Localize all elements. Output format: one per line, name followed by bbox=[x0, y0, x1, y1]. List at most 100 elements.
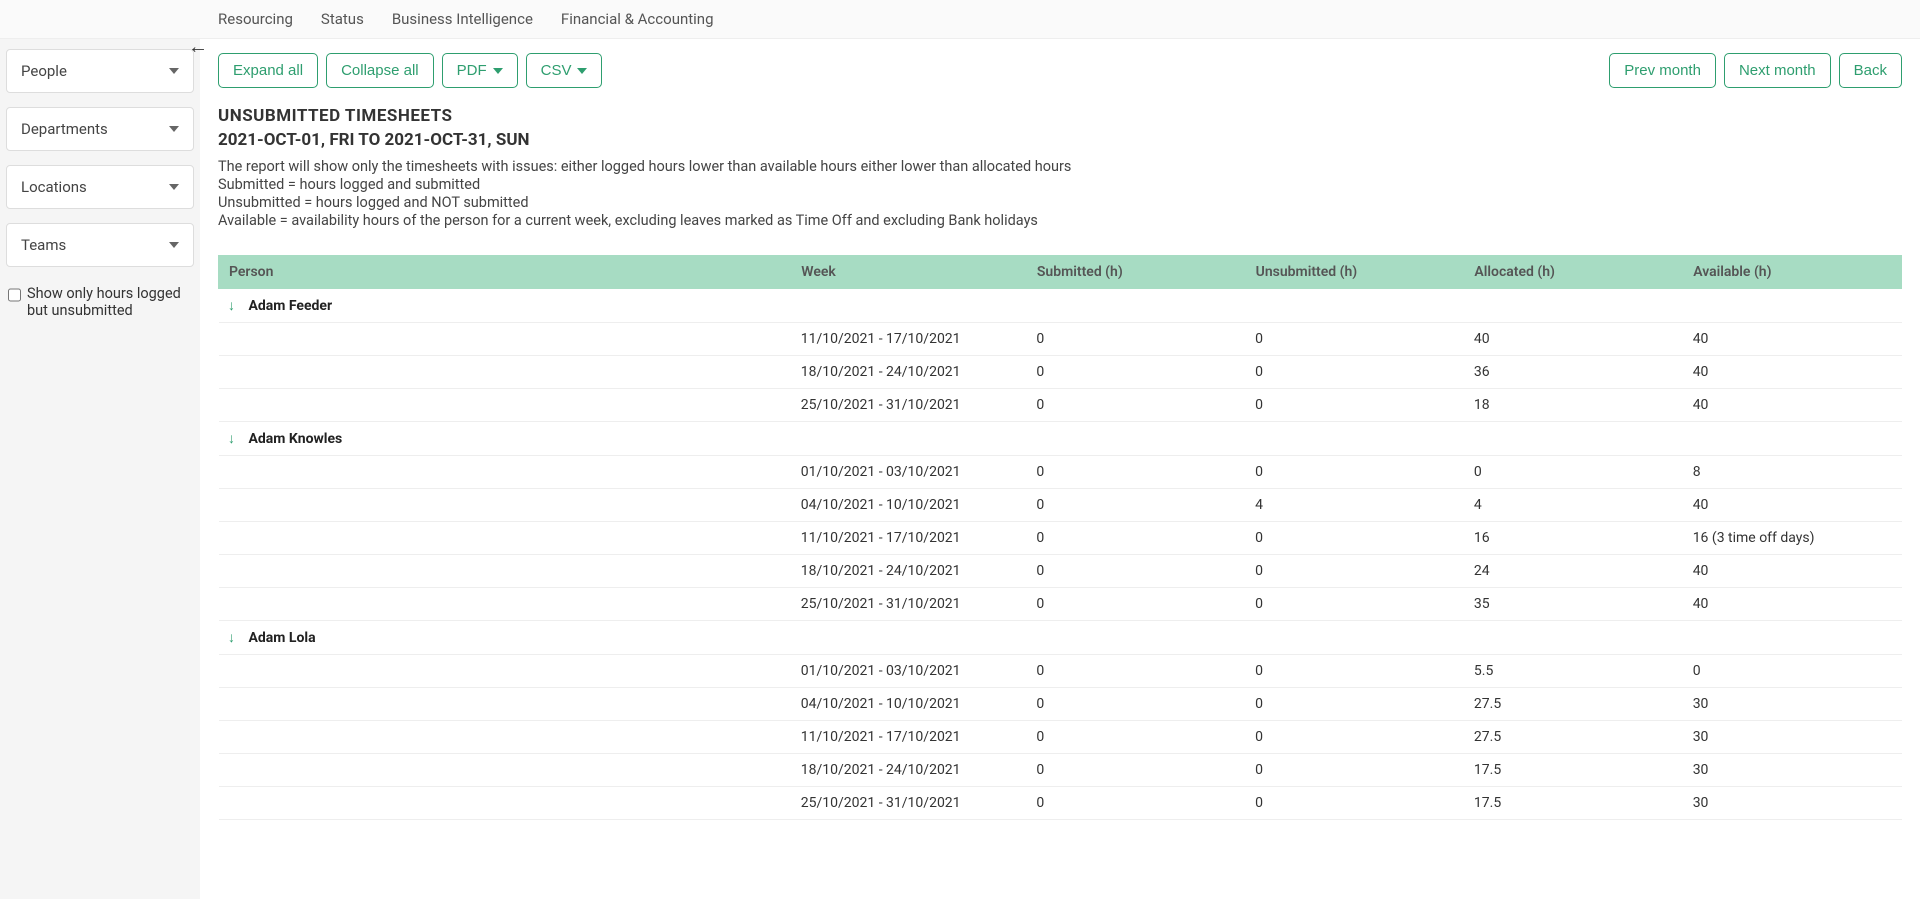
filter-dropdown[interactable]: Locations bbox=[6, 165, 194, 209]
table-cell: 0 bbox=[1026, 455, 1245, 488]
table-cell: 0 bbox=[1245, 388, 1464, 421]
table-row: 25/10/2021 - 31/10/2021001840 bbox=[219, 388, 1902, 421]
table-cell bbox=[219, 355, 791, 388]
top-tab[interactable]: Resourcing bbox=[218, 0, 293, 38]
column-header[interactable]: Week bbox=[791, 255, 1027, 288]
table-cell: 11/10/2021 - 17/10/2021 bbox=[791, 322, 1027, 355]
table-cell: 40 bbox=[1683, 322, 1902, 355]
table-cell: 40 bbox=[1683, 488, 1902, 521]
filter-label: Departments bbox=[21, 120, 108, 138]
back-arrow-icon[interactable]: ← bbox=[188, 34, 208, 59]
table-cell: 0 bbox=[1026, 521, 1245, 554]
back-button[interactable]: Back bbox=[1839, 53, 1902, 88]
table-cell: 01/10/2021 - 03/10/2021 bbox=[791, 654, 1027, 687]
table-row: 01/10/2021 - 03/10/20210008 bbox=[219, 455, 1902, 488]
column-header[interactable]: Unsubmitted (h) bbox=[1245, 255, 1464, 288]
top-tab[interactable]: Financial & Accounting bbox=[561, 0, 714, 38]
table-cell: 0 bbox=[1245, 753, 1464, 786]
table-cell: 18/10/2021 - 24/10/2021 bbox=[791, 554, 1027, 587]
person-group-row[interactable]: ↓Adam Feeder bbox=[219, 288, 1902, 322]
table-cell: 25/10/2021 - 31/10/2021 bbox=[791, 786, 1027, 819]
table-cell: 8 bbox=[1683, 455, 1902, 488]
table-cell: 0 bbox=[1026, 488, 1245, 521]
filter-dropdown[interactable]: Departments bbox=[6, 107, 194, 151]
chevron-down-icon bbox=[169, 242, 179, 248]
table-cell: 25/10/2021 - 31/10/2021 bbox=[791, 388, 1027, 421]
table-cell: 0 bbox=[1245, 587, 1464, 620]
csv-dropdown-button[interactable]: CSV bbox=[526, 53, 603, 88]
expand-all-button[interactable]: Expand all bbox=[218, 53, 318, 88]
table-cell: 0 bbox=[1026, 687, 1245, 720]
table-cell: 0 bbox=[1026, 753, 1245, 786]
table-cell bbox=[219, 488, 791, 521]
description-line: Available = availability hours of the pe… bbox=[218, 212, 1902, 230]
table-cell bbox=[219, 388, 791, 421]
table-cell bbox=[219, 554, 791, 587]
table-cell: 5.5 bbox=[1464, 654, 1683, 687]
table-cell: 35 bbox=[1464, 587, 1683, 620]
collapse-all-button[interactable]: Collapse all bbox=[326, 53, 434, 88]
table-cell: 0 bbox=[1026, 587, 1245, 620]
filter-dropdown[interactable]: Teams bbox=[6, 223, 194, 267]
collapse-icon[interactable]: ↓ bbox=[225, 629, 239, 646]
table-cell: 0 bbox=[1245, 786, 1464, 819]
table-cell bbox=[219, 687, 791, 720]
collapse-icon[interactable]: ↓ bbox=[225, 430, 239, 447]
table-cell: 0 bbox=[1026, 554, 1245, 587]
table-row: 25/10/2021 - 31/10/20210017.530 bbox=[219, 786, 1902, 819]
pdf-dropdown-button[interactable]: PDF bbox=[442, 53, 518, 88]
column-header[interactable]: Submitted (h) bbox=[1026, 255, 1245, 288]
table-cell: 16 (3 time off days) bbox=[1683, 521, 1902, 554]
table-cell: 16 bbox=[1464, 521, 1683, 554]
table-cell: 0 bbox=[1464, 455, 1683, 488]
table-row: 11/10/2021 - 17/10/20210027.530 bbox=[219, 720, 1902, 753]
table-cell: 11/10/2021 - 17/10/2021 bbox=[791, 521, 1027, 554]
show-only-unsubmitted-input[interactable] bbox=[8, 287, 21, 303]
filter-label: Locations bbox=[21, 178, 87, 196]
table-cell: 0 bbox=[1245, 687, 1464, 720]
table-cell bbox=[219, 455, 791, 488]
description-line: Submitted = hours logged and submitted bbox=[218, 176, 1902, 194]
column-header[interactable]: Allocated (h) bbox=[1464, 255, 1683, 288]
sidebar: People Departments Locations Teams Show onl… bbox=[0, 39, 200, 899]
table-cell: 40 bbox=[1683, 554, 1902, 587]
table-row: 25/10/2021 - 31/10/2021003540 bbox=[219, 587, 1902, 620]
table-cell: 24 bbox=[1464, 554, 1683, 587]
table-cell: 01/10/2021 - 03/10/2021 bbox=[791, 455, 1027, 488]
table-row: 04/10/2021 - 10/10/202104440 bbox=[219, 488, 1902, 521]
collapse-icon[interactable]: ↓ bbox=[225, 297, 239, 314]
table-cell bbox=[219, 521, 791, 554]
table-cell: 17.5 bbox=[1464, 786, 1683, 819]
chevron-down-icon bbox=[169, 184, 179, 190]
table-cell: 27.5 bbox=[1464, 687, 1683, 720]
table-cell bbox=[219, 753, 791, 786]
next-month-button[interactable]: Next month bbox=[1724, 53, 1831, 88]
table-cell: 4 bbox=[1464, 488, 1683, 521]
table-cell: 0 bbox=[1245, 322, 1464, 355]
show-only-unsubmitted-checkbox[interactable]: Show only hours logged but unsubmitted bbox=[6, 281, 194, 324]
chevron-down-icon bbox=[169, 68, 179, 74]
column-header[interactable]: Person bbox=[219, 255, 791, 288]
table-cell bbox=[219, 786, 791, 819]
table-cell: 30 bbox=[1683, 720, 1902, 753]
prev-month-button[interactable]: Prev month bbox=[1609, 53, 1716, 88]
table-cell: 27.5 bbox=[1464, 720, 1683, 753]
table-row: 11/10/2021 - 17/10/2021004040 bbox=[219, 322, 1902, 355]
table-cell: 0 bbox=[1026, 786, 1245, 819]
filter-dropdown[interactable]: People bbox=[6, 49, 194, 93]
description-line: The report will show only the timesheets… bbox=[218, 158, 1902, 176]
table-cell: 40 bbox=[1683, 388, 1902, 421]
table-cell: 0 bbox=[1245, 455, 1464, 488]
top-tab[interactable]: Status bbox=[321, 0, 364, 38]
top-tab[interactable]: Business Intelligence bbox=[392, 0, 533, 38]
page-title: UNSUBMITTED TIMESHEETS bbox=[218, 106, 1902, 126]
table-cell: 0 bbox=[1026, 322, 1245, 355]
person-name: Adam Lola bbox=[249, 630, 316, 646]
table-cell bbox=[219, 322, 791, 355]
table-cell: 40 bbox=[1683, 355, 1902, 388]
person-group-row[interactable]: ↓Adam Knowles bbox=[219, 421, 1902, 455]
main-content: Expand all Collapse all PDF CSV Prev mon… bbox=[200, 39, 1920, 899]
person-group-row[interactable]: ↓ Adam Lola bbox=[219, 620, 1902, 654]
chevron-down-icon bbox=[577, 68, 587, 74]
column-header[interactable]: Available (h) bbox=[1683, 255, 1902, 288]
